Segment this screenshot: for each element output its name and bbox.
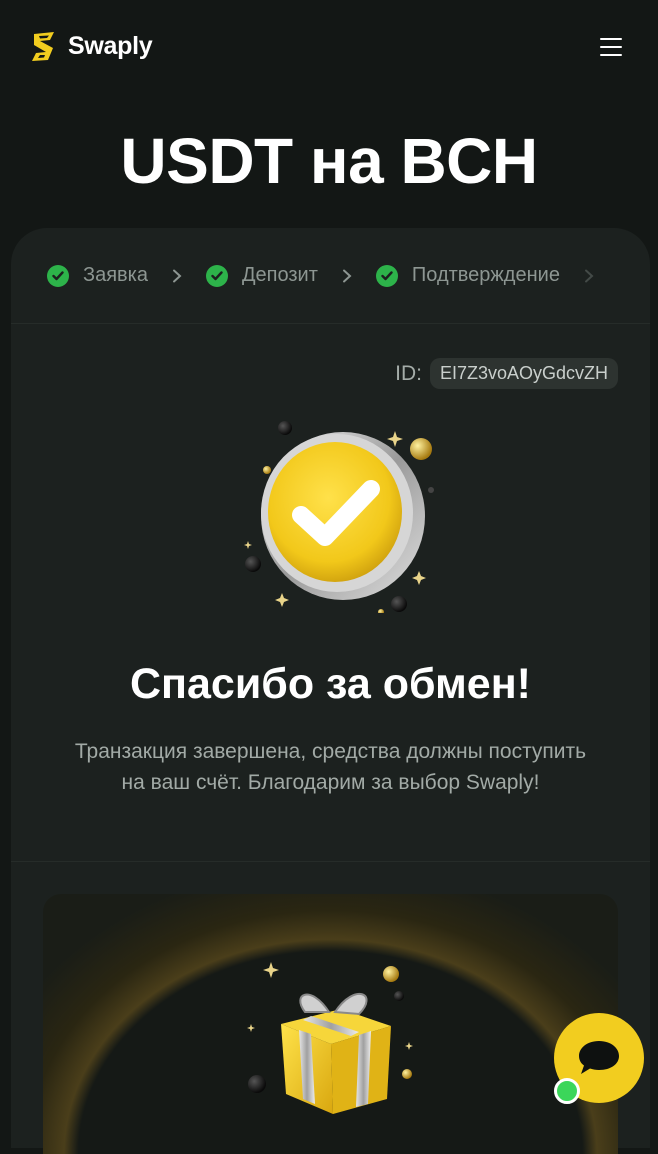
step-application: Заявка <box>47 264 148 287</box>
gift-box-icon <box>247 962 413 1114</box>
order-id: ID: EI7Z3voAOyGdcvZH <box>395 358 618 389</box>
divider <box>11 861 650 862</box>
brand-logo[interactable]: Swaply <box>26 28 153 64</box>
hamburger-menu-icon[interactable] <box>596 34 626 60</box>
chevron-right-icon <box>560 269 618 283</box>
success-message: Транзакция завершена, средства должны по… <box>74 740 587 794</box>
step-confirmation: Подтверждение <box>375 264 560 287</box>
check-circle-icon <box>205 264 228 287</box>
chevron-right-icon <box>148 269 206 283</box>
step-label: Депозит <box>241 264 318 286</box>
online-status-indicator <box>554 1078 580 1104</box>
order-id-value[interactable]: EI7Z3voAOyGdcvZH <box>429 358 618 389</box>
gold-coin-checkmark-icon <box>244 421 434 613</box>
order-id-label: ID: <box>395 361 422 385</box>
page-title: USDT на BCH <box>120 125 538 197</box>
success-title: Спасибо за обмен! <box>129 660 531 708</box>
swaply-logo-icon <box>32 32 54 61</box>
step-label: Подтверждение <box>411 264 560 286</box>
exchange-status-card: Заявка Депозит Подтверждение ID: EI7Z3vo… <box>11 228 650 1154</box>
brand-name: Swaply <box>68 31 153 60</box>
top-header: Swaply <box>0 0 658 94</box>
step-label: Заявка <box>83 264 148 286</box>
chat-glyph <box>579 1041 619 1074</box>
chevron-right-icon <box>318 269 376 283</box>
check-circle-icon <box>375 264 398 287</box>
step-deposit: Депозит <box>205 264 318 287</box>
progress-steps: Заявка Депозит Подтверждение <box>11 228 650 324</box>
check-circle-icon <box>47 264 69 287</box>
promo-banner[interactable] <box>43 894 618 1154</box>
